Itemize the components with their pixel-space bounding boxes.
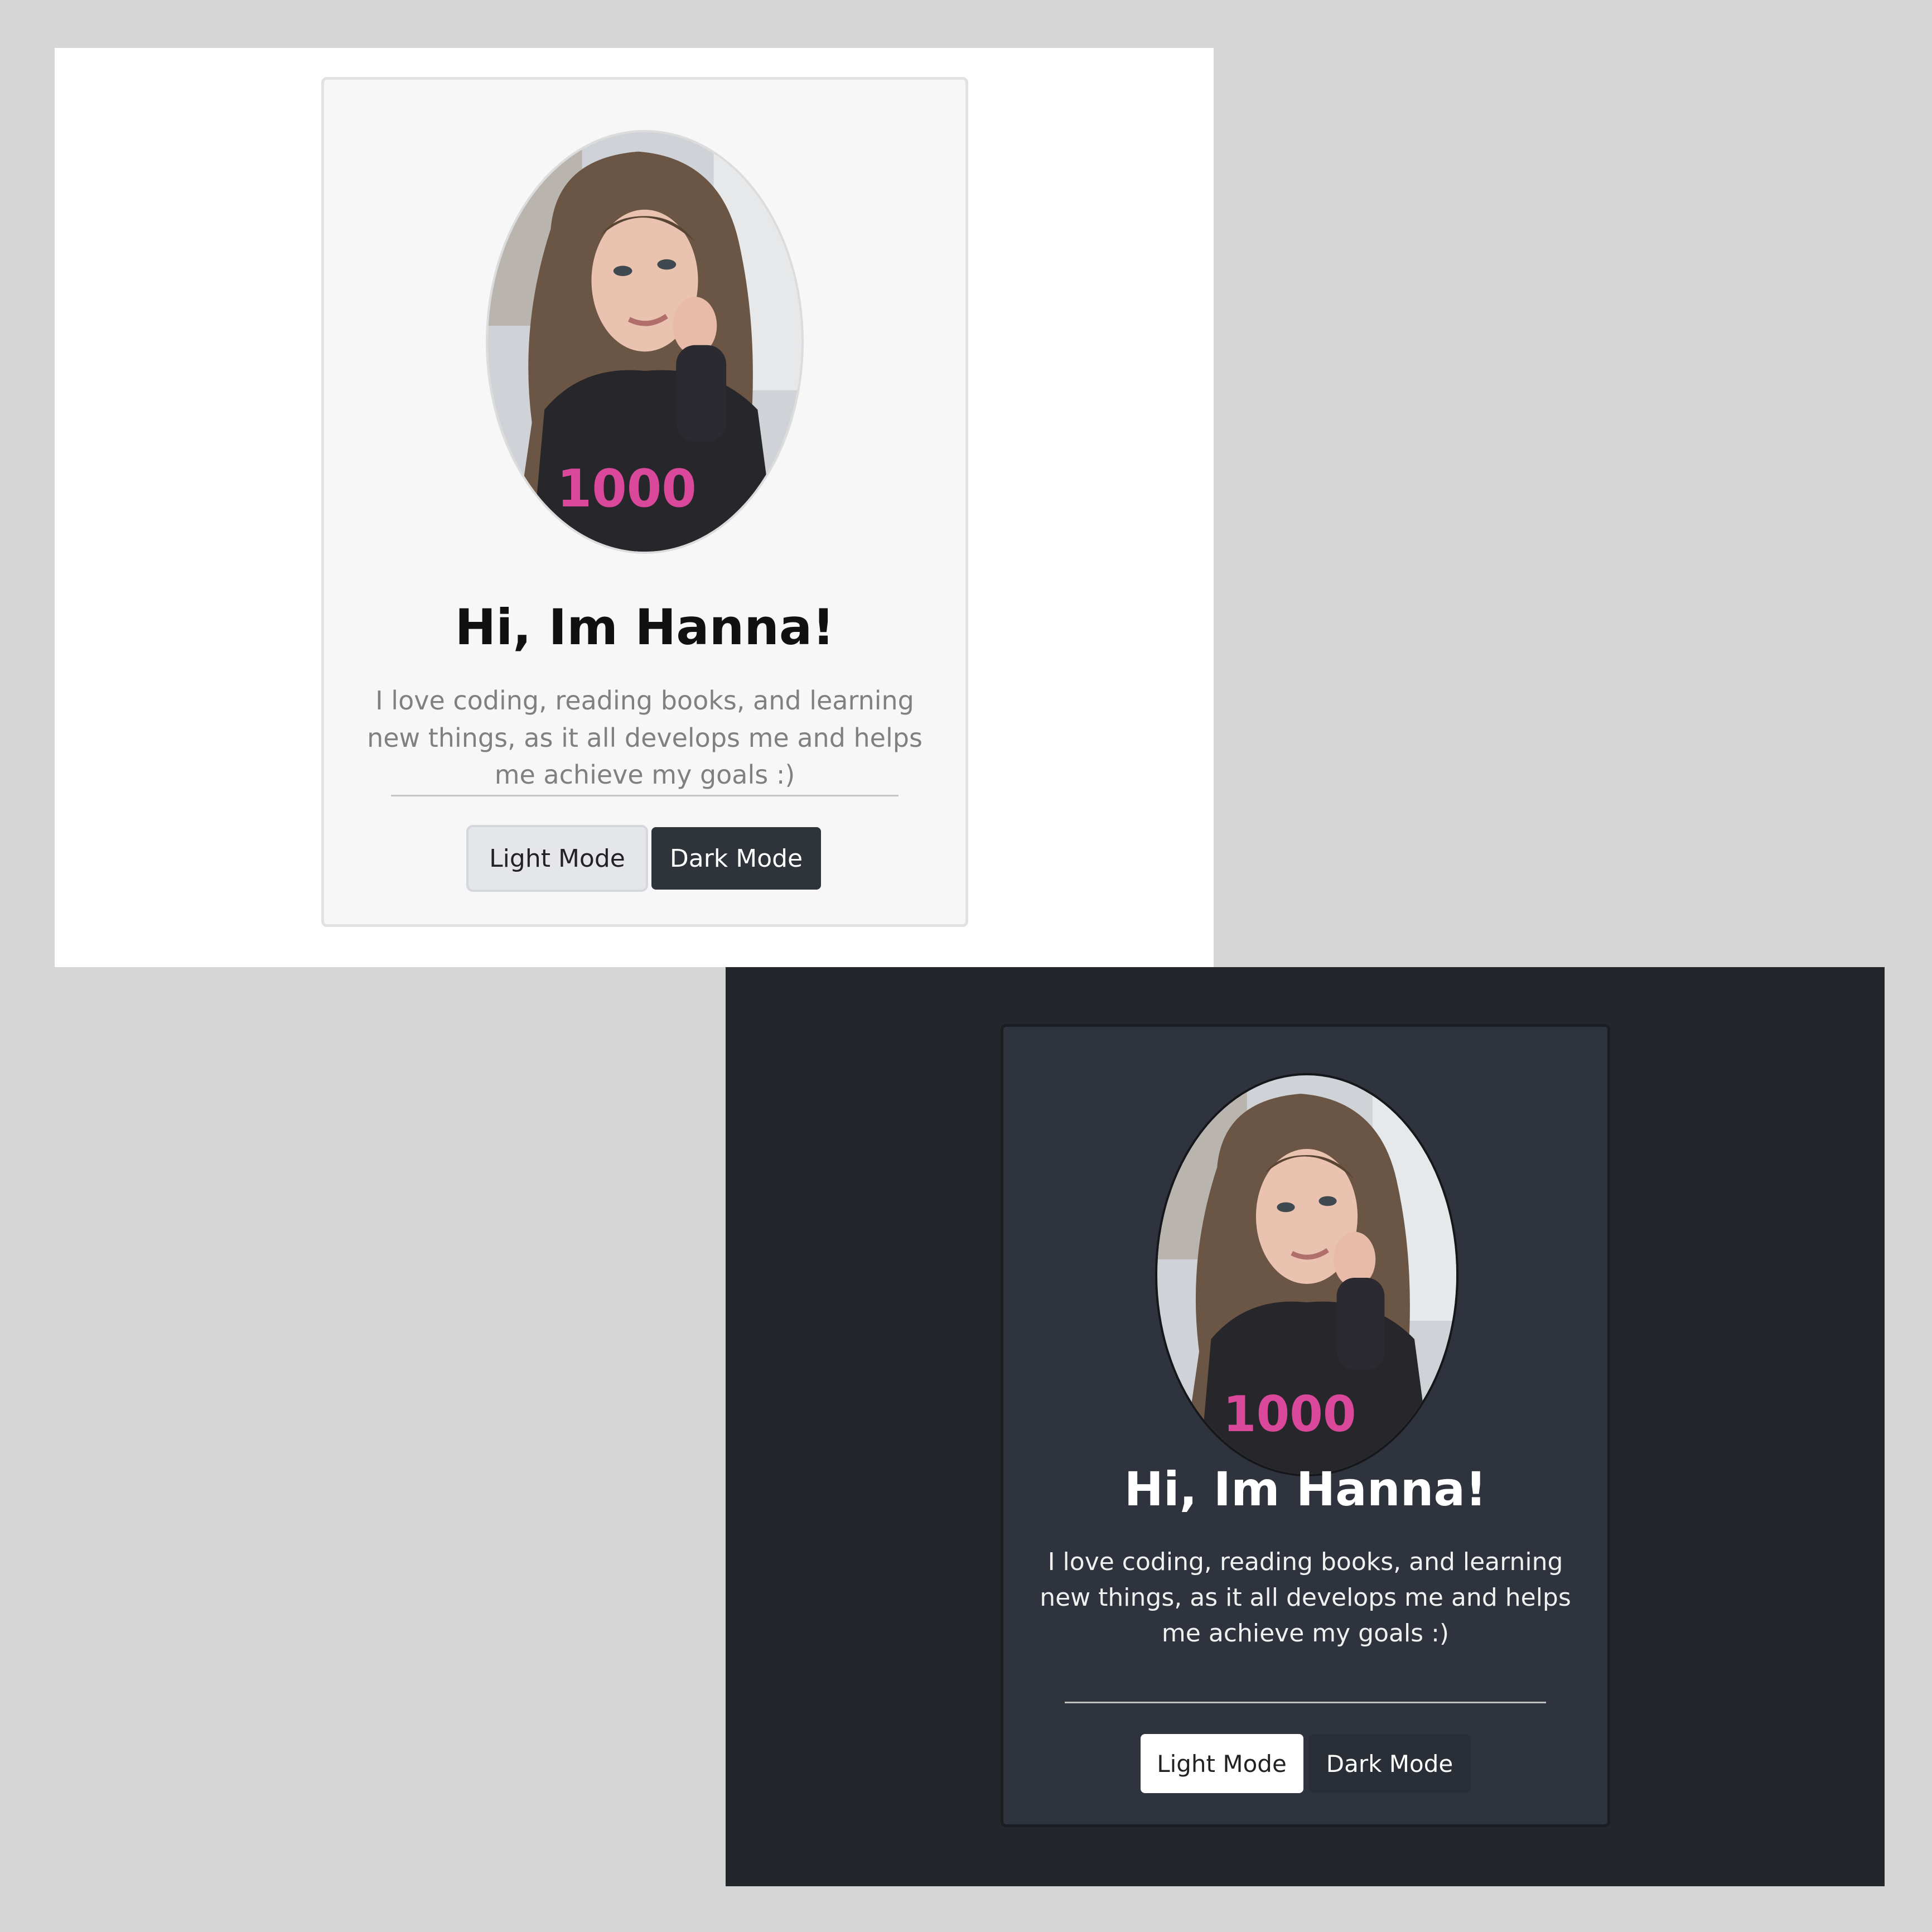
profile-photo: 1000	[488, 132, 801, 552]
avatar: 1000	[486, 130, 804, 554]
shirt-print: 1000	[1223, 1386, 1356, 1443]
profile-description: I love coding, reading books, and learni…	[1040, 1548, 1571, 1648]
avatar: 1000	[1155, 1073, 1458, 1476]
light-mode-button[interactable]: Light Mode	[1140, 1734, 1303, 1793]
profile-photo: 1000	[1157, 1075, 1456, 1474]
theme-toggle-group: Light Mode Dark Mode	[324, 827, 965, 890]
shirt-print: 1000	[557, 458, 697, 519]
profile-card: 1000 Hi, Im Hanna! I love coding, readin…	[1001, 1024, 1610, 1827]
light-theme-preview: 1000 Hi, Im Hanna! I love coding, readin…	[55, 48, 1214, 967]
dark-mode-button[interactable]: Dark Mode	[651, 827, 821, 890]
page-title: Hi, Im Hanna!	[1124, 1462, 1487, 1516]
dark-mode-button[interactable]: Dark Mode	[1308, 1734, 1471, 1793]
page-title: Hi, Im Hanna!	[455, 598, 835, 656]
profile-description: I love coding, reading books, and learni…	[367, 685, 922, 790]
divider	[391, 795, 899, 796]
light-mode-button[interactable]: Light Mode	[468, 827, 646, 890]
dark-theme-preview: 1000 Hi, Im Hanna! I love coding, readin…	[726, 967, 1885, 1886]
theme-toggle-group: Light Mode Dark Mode	[1003, 1734, 1607, 1793]
profile-card: 1000 Hi, Im Hanna! I love coding, readin…	[321, 77, 968, 927]
divider	[1065, 1702, 1546, 1703]
